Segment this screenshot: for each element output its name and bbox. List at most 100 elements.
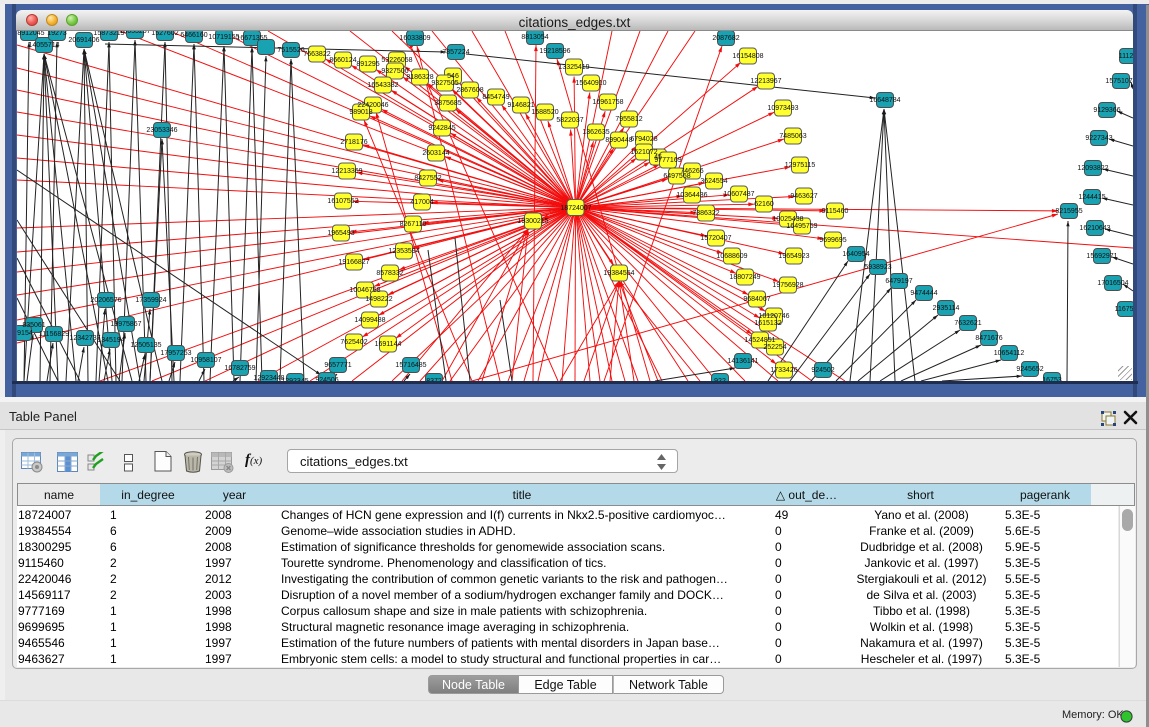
- svg-text:6466160: 6466160: [180, 32, 207, 39]
- svg-text:14524851: 14524851: [744, 337, 775, 344]
- svg-text:18807249: 18807249: [729, 274, 760, 281]
- svg-text:417004: 417004: [410, 199, 433, 206]
- svg-text:12505135: 12505135: [130, 342, 161, 349]
- svg-text:62160: 62160: [754, 201, 774, 208]
- svg-text:10653257: 10653257: [119, 31, 150, 35]
- svg-text:19300215: 19300215: [517, 218, 548, 225]
- svg-text:9146821: 9146821: [507, 102, 534, 109]
- svg-text:16120746: 16120746: [758, 313, 789, 320]
- svg-text:2087682: 2087682: [712, 35, 739, 42]
- svg-text:15720407: 15720407: [700, 235, 731, 242]
- svg-text:8267110: 8267110: [400, 221, 427, 228]
- svg-text:23053346: 23053346: [146, 127, 177, 134]
- svg-text:1362635: 1362635: [582, 129, 609, 136]
- svg-text:16210643: 16210643: [1079, 225, 1110, 232]
- svg-text:7632621: 7632621: [954, 320, 981, 327]
- svg-text:546: 546: [447, 73, 459, 80]
- svg-text:3875685: 3875685: [434, 100, 461, 107]
- svg-text:6479197: 6479197: [885, 278, 912, 285]
- svg-text:16154808: 16154808: [732, 53, 763, 60]
- svg-text:8660124: 8660124: [329, 57, 356, 64]
- svg-text:7663822: 7663822: [303, 51, 330, 58]
- svg-text:7515526: 7515526: [277, 47, 304, 54]
- svg-text:924502: 924502: [811, 367, 834, 374]
- svg-text:7955812: 7955812: [615, 116, 642, 123]
- svg-text:746266: 746266: [680, 168, 703, 175]
- svg-text:1588520: 1588520: [531, 109, 558, 116]
- svg-text:1345194: 1345194: [97, 337, 124, 344]
- svg-text:14099488: 14099488: [354, 317, 385, 324]
- svg-text:11156829: 11156829: [39, 331, 69, 338]
- svg-text:14055714: 14055714: [28, 42, 59, 49]
- svg-text:12213369: 12213369: [331, 168, 362, 175]
- svg-text:10046758: 10046758: [349, 287, 380, 294]
- svg-text:19273: 19273: [47, 31, 67, 37]
- svg-text:9684067: 9684067: [743, 296, 770, 303]
- svg-text:17016504: 17016504: [1097, 280, 1128, 287]
- svg-text:9227343: 9227343: [1085, 135, 1112, 142]
- svg-text:8427552: 8427552: [414, 175, 441, 182]
- svg-text:19166827: 19166827: [338, 259, 369, 266]
- svg-text:1965493: 1965493: [327, 230, 354, 237]
- svg-text:8454749: 8454749: [482, 94, 509, 101]
- svg-text:835061: 835061: [22, 322, 45, 329]
- svg-text:8215955: 8215955: [1055, 208, 1082, 215]
- svg-text:7386322: 7386322: [692, 210, 719, 217]
- svg-text:2935114: 2935114: [933, 305, 960, 312]
- svg-text:6794028: 6794028: [630, 136, 657, 143]
- svg-text:39154: 39154: [17, 330, 33, 337]
- svg-text:9327500: 9327500: [381, 68, 408, 75]
- svg-text:20206576: 20206576: [90, 297, 121, 304]
- svg-text:9463627: 9463627: [790, 193, 817, 200]
- svg-text:17359924: 17359924: [135, 297, 166, 304]
- svg-text:16648784: 16648784: [869, 97, 900, 104]
- svg-text:53226058: 53226058: [381, 57, 412, 64]
- svg-text:12213967: 12213967: [750, 78, 781, 85]
- svg-text:14136141: 14136141: [727, 358, 758, 365]
- svg-text:10688609: 10688609: [716, 253, 747, 260]
- svg-text:5938923: 5938923: [864, 264, 891, 271]
- svg-text:10654112: 10654112: [994, 350, 1025, 357]
- svg-text:2718176: 2718176: [340, 139, 367, 146]
- svg-text:10607487: 10607487: [723, 191, 754, 198]
- svg-text:15751074: 15751074: [1105, 78, 1133, 85]
- svg-text:2603144: 2603144: [422, 150, 449, 157]
- svg-text:1527602: 1527602: [151, 31, 178, 37]
- svg-text:7857224: 7857224: [442, 49, 469, 56]
- svg-text:9129366: 9129366: [1093, 107, 1120, 114]
- svg-text:1733426: 1733426: [770, 367, 797, 374]
- svg-text:10025438: 10025438: [772, 216, 803, 223]
- svg-text:16543382: 16543382: [367, 82, 398, 89]
- svg-text:19654923: 19654923: [778, 253, 809, 260]
- svg-text:19975867: 19975867: [110, 321, 141, 328]
- svg-text:19218596: 19218596: [539, 48, 570, 55]
- svg-text:8186328: 8186328: [406, 74, 433, 81]
- svg-text:16033809: 16033809: [399, 35, 430, 42]
- svg-text:9115460: 9115460: [822, 208, 849, 215]
- svg-text:8578332: 8578332: [376, 270, 403, 277]
- svg-text:7485063: 7485063: [779, 133, 806, 140]
- svg-text:15692971: 15692971: [1086, 253, 1117, 260]
- svg-text:11123: 11123: [1119, 53, 1133, 60]
- svg-text:12342737: 12342737: [69, 335, 100, 342]
- svg-text:15640910: 15640910: [575, 80, 606, 87]
- svg-text:1498222: 1498222: [365, 296, 392, 303]
- svg-text:252254: 252254: [763, 344, 786, 351]
- svg-text:19756928: 19756928: [772, 282, 803, 289]
- svg-text:12093822: 12093822: [1077, 165, 1108, 172]
- svg-text:2867608: 2867608: [456, 87, 483, 94]
- svg-text:116753: 116753: [1115, 306, 1133, 313]
- svg-text:18724007: 18724007: [560, 205, 591, 212]
- svg-text:16495759: 16495759: [786, 223, 817, 230]
- svg-text:5822037: 5822037: [556, 117, 583, 124]
- svg-text:9245652: 9245652: [1016, 366, 1043, 373]
- svg-text:10973493: 10973493: [767, 105, 798, 112]
- svg-text:1691144: 1691144: [375, 341, 402, 348]
- svg-text:7625402: 7625402: [340, 339, 367, 346]
- svg-text:9242845: 9242845: [428, 125, 455, 132]
- svg-text:9474444: 9474444: [910, 290, 937, 297]
- svg-text:10958107: 10958107: [190, 357, 221, 364]
- svg-text:3624554: 3624554: [700, 178, 727, 185]
- svg-text:16671355: 16671355: [236, 35, 267, 42]
- svg-text:18912045: 18912045: [17, 31, 45, 37]
